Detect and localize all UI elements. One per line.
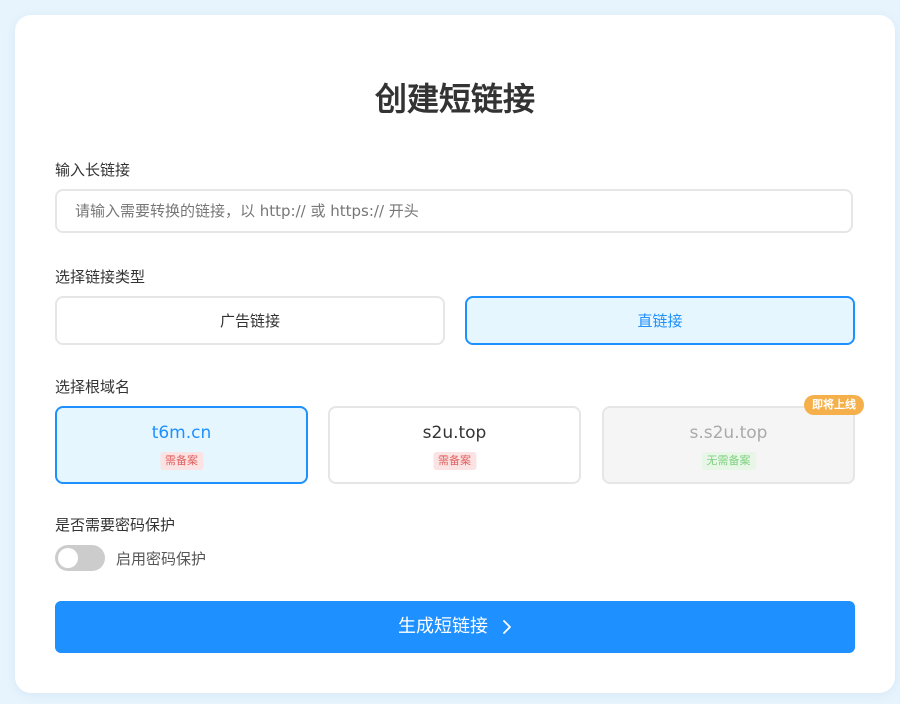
chevron-right-icon: [503, 620, 511, 634]
domain-name: s2u.top: [422, 423, 487, 443]
domain-name: s.s2u.top: [689, 423, 768, 443]
domain-option-t6m[interactable]: t6m.cn 需备案: [55, 406, 308, 484]
domain-option-s2u[interactable]: s2u.top 需备案: [328, 406, 581, 484]
password-toggle[interactable]: [55, 545, 105, 571]
domain-tag: 需备案: [433, 452, 476, 470]
generate-short-link-button[interactable]: 生成短链接: [55, 601, 855, 653]
page-title: 创建短链接: [374, 80, 535, 118]
link-type-direct-button[interactable]: 直链接: [465, 296, 855, 345]
coming-soon-badge: 即将上线: [804, 395, 864, 415]
link-type-ad-button[interactable]: 广告链接: [55, 296, 445, 345]
password-label: 是否需要密码保护: [55, 516, 176, 534]
toggle-knob: [58, 548, 78, 568]
domain-tag: 无需备案: [701, 452, 756, 470]
password-toggle-label: 启用密码保护: [116, 550, 207, 568]
link-type-label: 选择链接类型: [55, 268, 146, 286]
link-type-ad-label: 广告链接: [219, 312, 280, 330]
link-type-direct-label: 直链接: [637, 312, 683, 330]
generate-button-label: 生成短链接: [398, 616, 488, 637]
domain-tag: 需备案: [160, 452, 203, 470]
long-url-label: 输入长链接: [55, 161, 131, 179]
domain-name: t6m.cn: [151, 423, 212, 443]
long-url-input[interactable]: [55, 189, 853, 233]
root-domain-label: 选择根域名: [55, 378, 131, 396]
create-short-link-card: 创建短链接 输入长链接 选择链接类型 广告链接 直链接 选择根域名 t6m.cn…: [15, 15, 895, 693]
domain-option-s-s2u: s.s2u.top 无需备案: [602, 406, 855, 484]
